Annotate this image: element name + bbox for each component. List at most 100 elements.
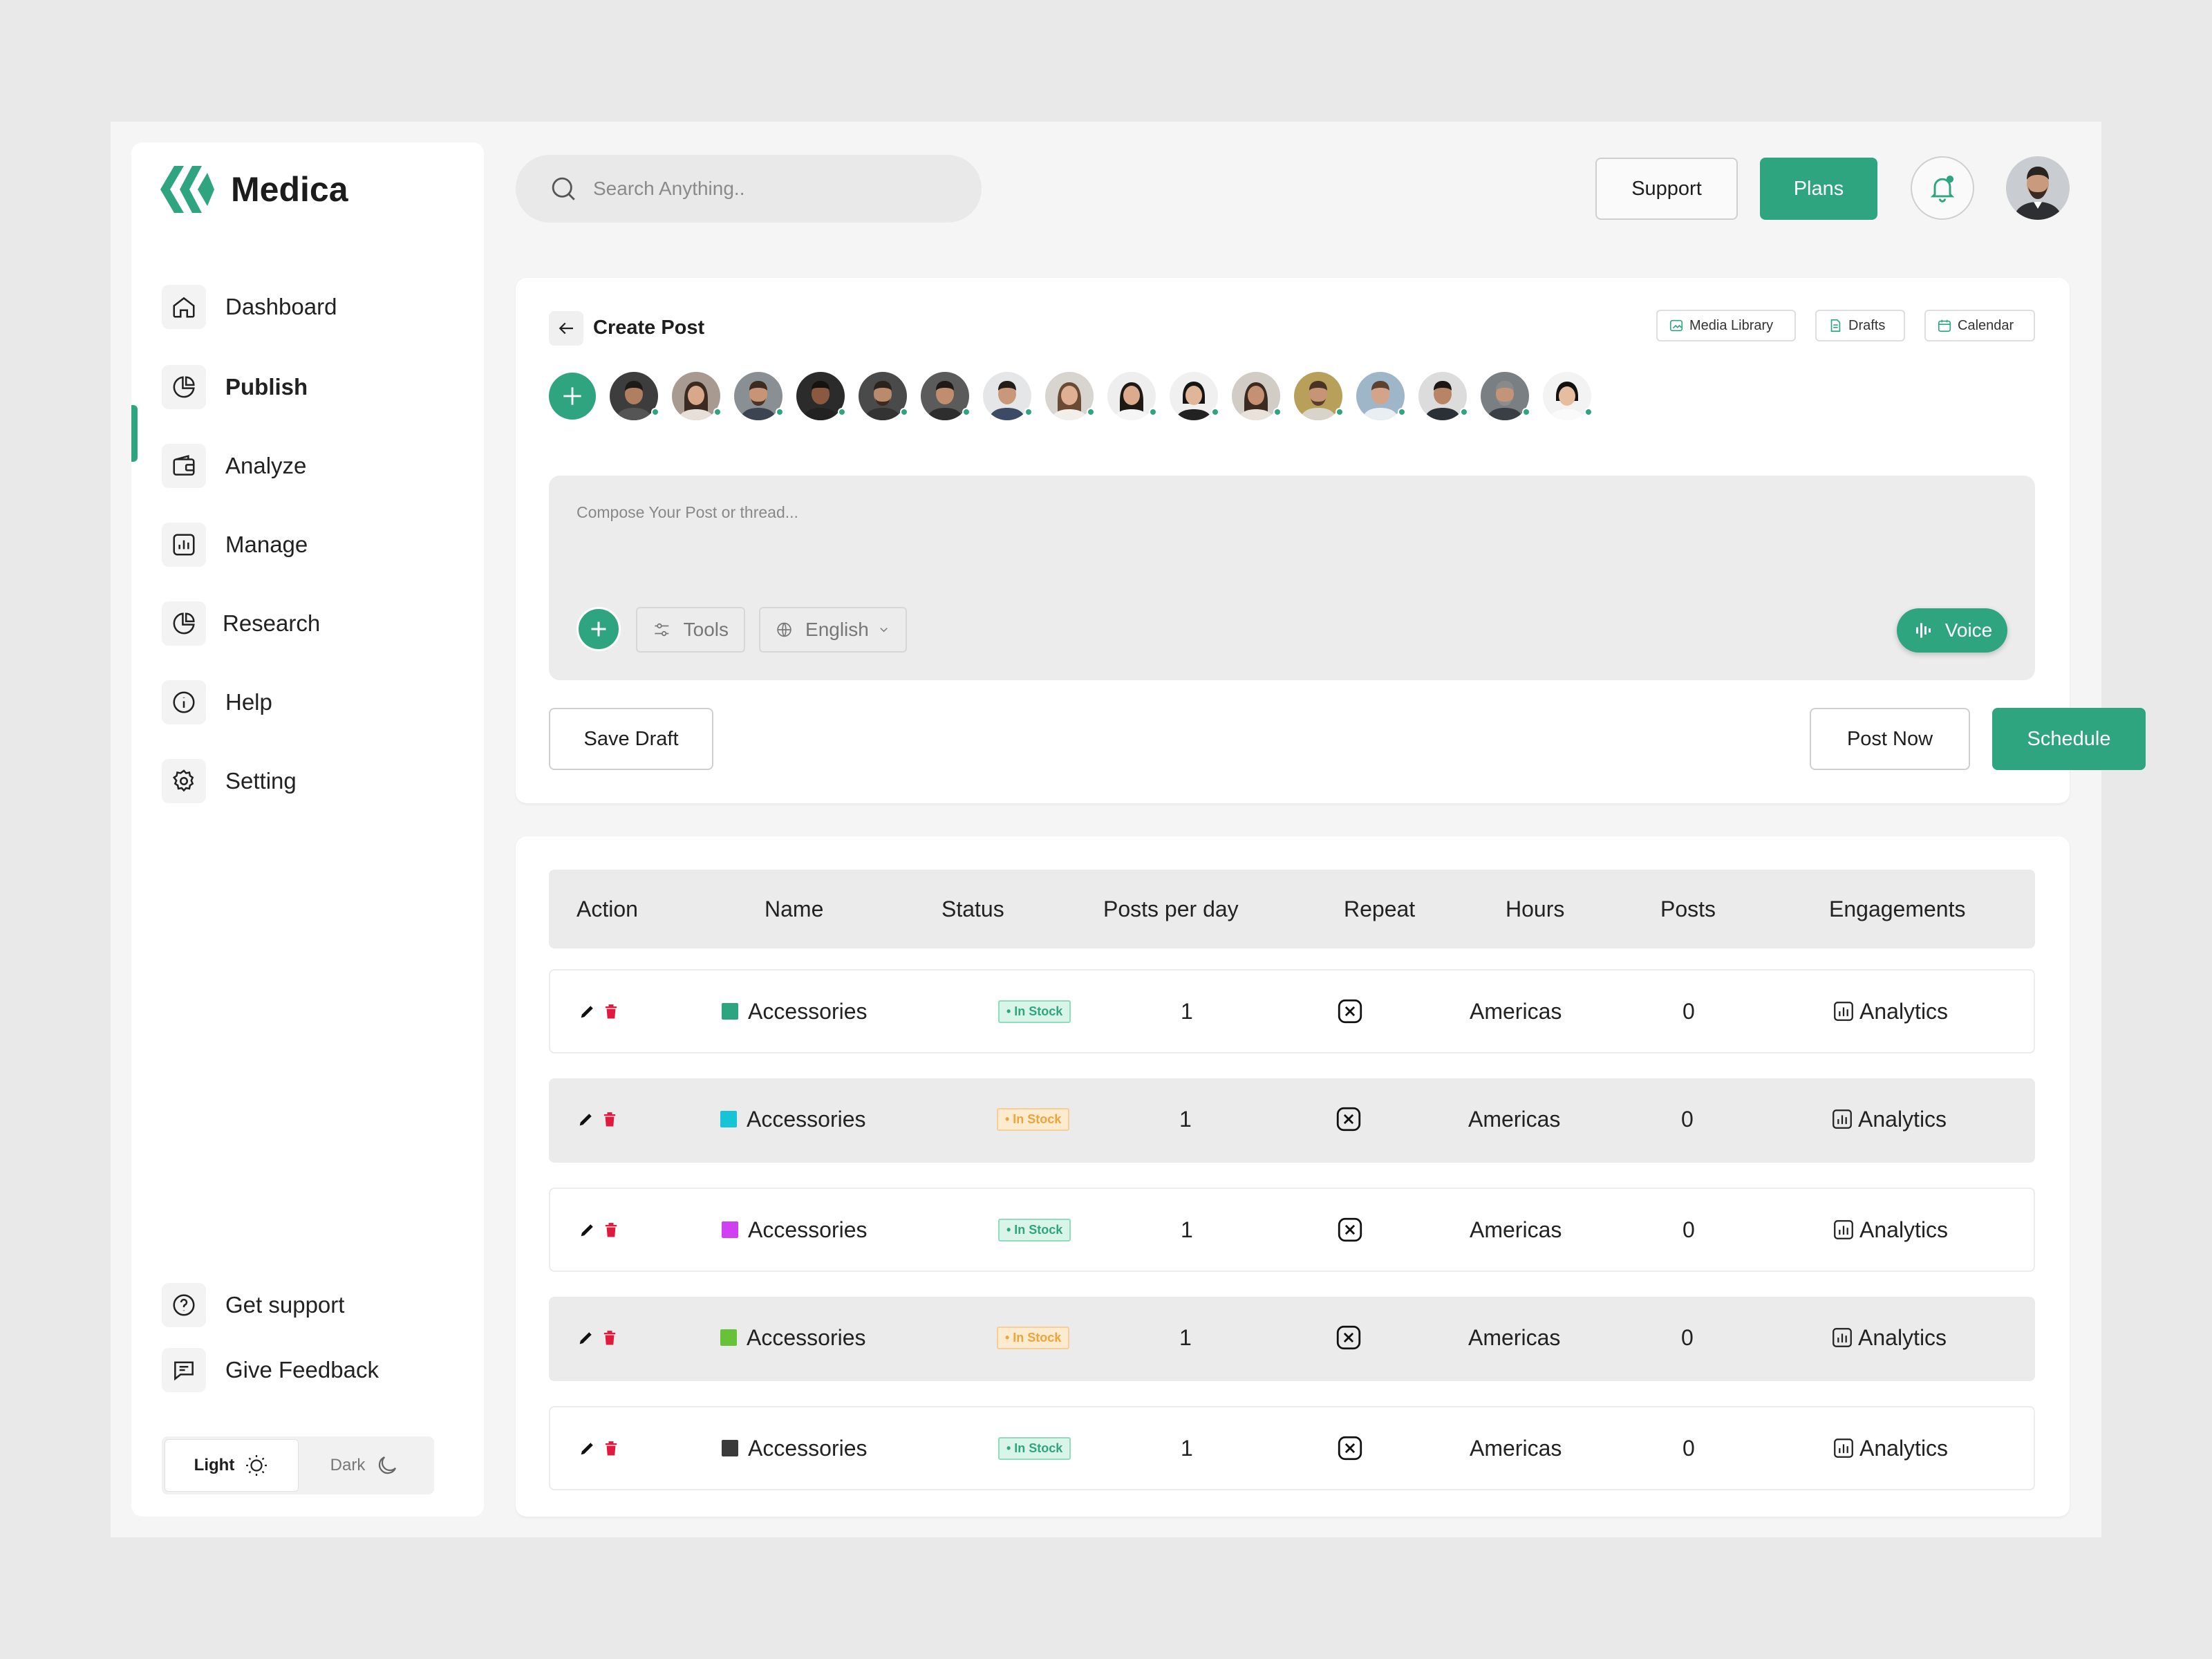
close-box-icon[interactable] <box>1334 1323 1363 1352</box>
row-posts: 0 <box>1683 1435 1695 1461</box>
delete-icon[interactable] <box>601 1220 621 1239</box>
row-engagement[interactable]: Analytics <box>1830 1297 1947 1378</box>
sidebar-item-label: Research <box>223 610 321 636</box>
user-avatar[interactable] <box>2006 156 2070 220</box>
notifications-button[interactable] <box>1911 156 1974 220</box>
media-library-button[interactable]: Media Library <box>1656 310 1796 341</box>
theme-light-option[interactable]: Light <box>165 1439 299 1492</box>
account-avatar[interactable] <box>1170 372 1219 420</box>
row-status: • In Stock <box>998 971 1071 1052</box>
schedule-button[interactable]: Schedule <box>1992 708 2146 770</box>
globe-icon <box>777 622 791 637</box>
logo-icon <box>160 166 214 213</box>
account-avatar[interactable] <box>1481 372 1530 420</box>
give-feedback-label: Give Feedback <box>225 1357 379 1382</box>
edit-icon[interactable] <box>578 1002 597 1021</box>
edit-icon[interactable] <box>578 1220 597 1239</box>
account-avatar[interactable] <box>1107 372 1157 420</box>
sidebar-item-label: Manage <box>225 532 308 557</box>
sidebar-item-analyze[interactable]: Analyze <box>162 444 306 488</box>
sidebar-item-help[interactable]: Help <box>162 680 272 724</box>
post-composer[interactable]: Compose Your Post or thread... Tools Eng… <box>549 476 2035 680</box>
moon-icon <box>379 1456 397 1474</box>
row-engagement[interactable]: Analytics <box>1832 971 1948 1052</box>
back-button[interactable] <box>549 311 583 346</box>
delete-icon[interactable] <box>601 1438 621 1458</box>
tools-button[interactable]: Tools <box>636 607 745 653</box>
delete-icon[interactable] <box>600 1328 619 1347</box>
sun-icon <box>246 1455 268 1476</box>
table-row: Accessories • In Stock 1 Americas 0 Anal… <box>549 1406 2035 1490</box>
analytics-icon <box>1834 1220 1853 1239</box>
sidebar-item-setting[interactable]: Setting <box>162 759 297 803</box>
row-posts-per-day: 1 <box>1181 1435 1193 1461</box>
row-posts-per-day: 1 <box>1181 1217 1193 1242</box>
sidebar-item-dashboard[interactable]: Dashboard <box>162 285 337 329</box>
delete-icon[interactable] <box>600 1109 619 1129</box>
account-avatar[interactable] <box>859 372 908 420</box>
close-box-icon[interactable] <box>1335 1434 1365 1463</box>
active-indicator <box>131 405 138 462</box>
search-icon <box>552 177 575 200</box>
post-now-button[interactable]: Post Now <box>1810 708 1970 770</box>
account-avatar[interactable] <box>1294 372 1344 420</box>
plus-icon <box>563 387 581 405</box>
row-actions <box>578 1189 621 1271</box>
row-engagement[interactable]: Analytics <box>1832 1189 1948 1271</box>
document-icon <box>1830 319 1841 332</box>
brand-logo[interactable]: Medica <box>159 163 348 216</box>
add-account-button[interactable] <box>549 373 596 420</box>
account-avatar[interactable] <box>734 372 784 420</box>
get-support-label: Get support <box>225 1292 345 1318</box>
sidebar: Medica Dashboard Publish Analyze Manage … <box>131 142 484 1517</box>
row-posts-per-day: 1 <box>1181 998 1193 1024</box>
sidebar-item-publish[interactable]: Publish <box>162 365 308 409</box>
attach-button[interactable] <box>577 607 621 651</box>
account-avatar[interactable] <box>1232 372 1282 420</box>
row-engagement[interactable]: Analytics <box>1830 1078 1947 1160</box>
search-input[interactable] <box>593 178 953 200</box>
chat-icon <box>162 1348 206 1392</box>
account-avatar[interactable] <box>983 372 1033 420</box>
language-select[interactable]: English <box>759 607 907 653</box>
row-engagement[interactable]: Analytics <box>1832 1407 1948 1489</box>
composer-placeholder: Compose Your Post or thread... <box>577 503 798 521</box>
calendar-button[interactable]: Calendar <box>1924 310 2035 341</box>
voice-button[interactable]: Voice <box>1897 608 2007 653</box>
get-support-link[interactable]: Get support <box>162 1283 344 1327</box>
save-draft-button[interactable]: Save Draft <box>549 708 713 770</box>
account-avatar[interactable] <box>796 372 846 420</box>
account-avatar[interactable] <box>1045 372 1095 420</box>
theme-dark-option[interactable]: Dark <box>299 1439 431 1492</box>
analytics-icon <box>1834 1438 1853 1458</box>
close-box-icon[interactable] <box>1335 997 1365 1026</box>
info-icon <box>162 680 206 724</box>
row-actions <box>577 1078 619 1160</box>
close-box-icon[interactable] <box>1335 1215 1365 1244</box>
account-avatar[interactable] <box>921 372 971 420</box>
sidebar-item-manage[interactable]: Manage <box>162 523 308 567</box>
analytics-link: Analytics <box>1859 998 1949 1024</box>
edit-icon[interactable] <box>577 1328 596 1347</box>
home-icon <box>162 285 206 329</box>
status-badge: • In Stock <box>998 1436 1071 1460</box>
edit-icon[interactable] <box>577 1109 596 1129</box>
delete-icon[interactable] <box>601 1002 621 1021</box>
row-repeat <box>1335 1407 1365 1489</box>
plans-button[interactable]: Plans <box>1760 158 1877 220</box>
edit-icon[interactable] <box>578 1438 597 1458</box>
account-avatar[interactable] <box>672 372 722 420</box>
account-avatar[interactable] <box>1543 372 1593 420</box>
row-hours: Americas <box>1470 1217 1562 1242</box>
drafts-button[interactable]: Drafts <box>1815 310 1905 341</box>
account-avatar[interactable] <box>610 372 659 420</box>
header-name: Name <box>765 897 824 921</box>
close-box-icon[interactable] <box>1334 1105 1363 1134</box>
account-avatar[interactable] <box>1418 372 1468 420</box>
account-avatar[interactable] <box>1356 372 1406 420</box>
support-button[interactable]: Support <box>1595 158 1738 220</box>
row-name: Accessories <box>722 1189 868 1271</box>
give-feedback-link[interactable]: Give Feedback <box>162 1348 379 1392</box>
category-color-swatch <box>720 1111 737 1127</box>
sidebar-item-research[interactable]: Research <box>162 601 320 646</box>
